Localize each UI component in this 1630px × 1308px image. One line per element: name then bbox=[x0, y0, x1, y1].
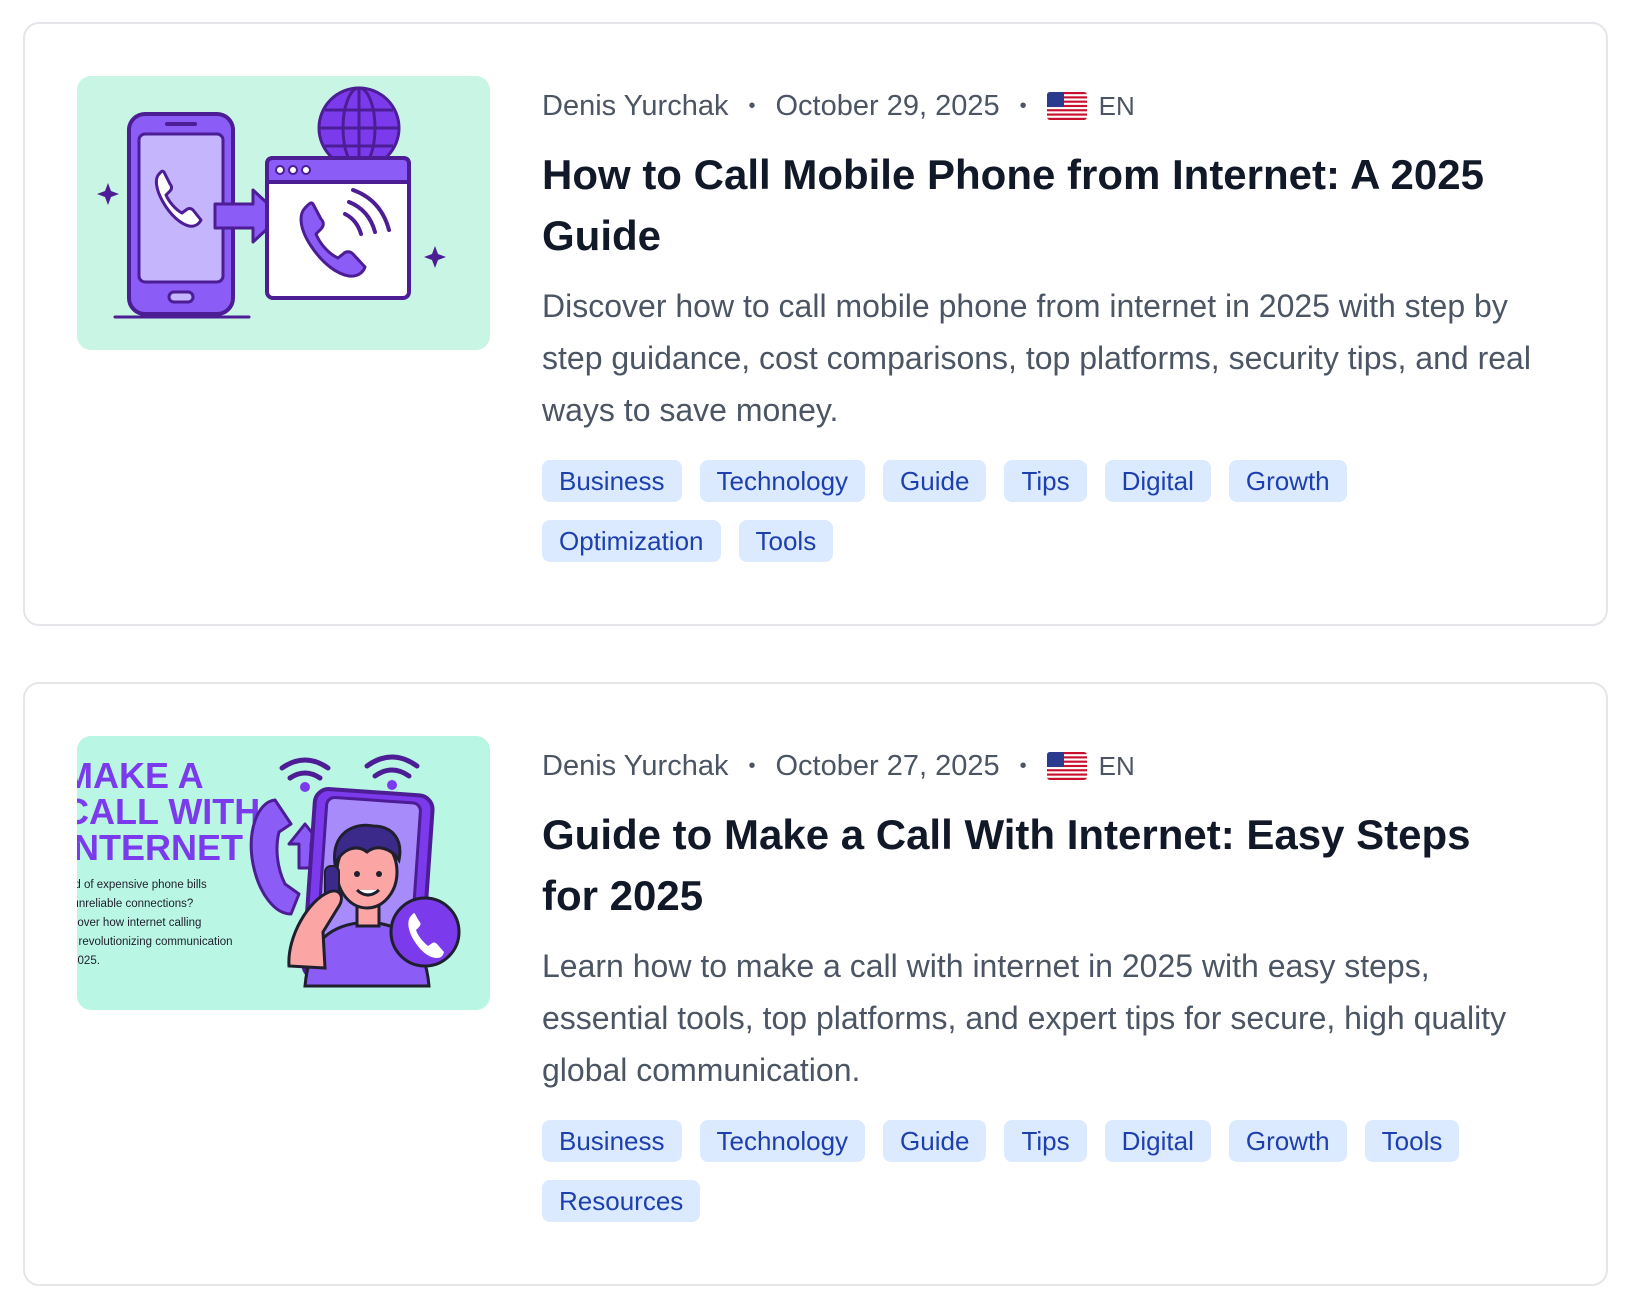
tag-growth[interactable]: Growth bbox=[1228, 460, 1347, 502]
tag-guide[interactable]: Guide bbox=[883, 1120, 987, 1162]
thumbnail-body: or unreliable connections? bbox=[77, 898, 193, 910]
tag-guide[interactable]: Guide bbox=[883, 460, 987, 502]
phone-to-web-call-illustration bbox=[97, 86, 446, 319]
tag-tips[interactable]: Tips bbox=[1004, 460, 1087, 502]
thumbnail-body: in 2025. bbox=[77, 955, 100, 967]
meta-separator: • bbox=[1019, 94, 1027, 117]
thumbnail-headline: MAKE A bbox=[77, 755, 204, 796]
author-name[interactable]: Denis Yurchak bbox=[542, 750, 728, 783]
post-title[interactable]: How to Call Mobile Phone from Internet: … bbox=[542, 144, 1532, 266]
tag-list: Business Technology Guide Tips Digital G… bbox=[542, 1120, 1542, 1240]
thumbnail-body: is revolutionizing communication bbox=[77, 936, 233, 948]
blog-list: Denis Yurchak • October 29, 2025 • EN Ho… bbox=[0, 0, 1630, 1308]
post-content: Denis Yurchak • October 27, 2025 • EN Gu… bbox=[542, 746, 1552, 1240]
tag-growth[interactable]: Growth bbox=[1228, 1120, 1347, 1162]
us-flag-icon bbox=[1046, 92, 1087, 120]
meta-separator: • bbox=[1019, 754, 1027, 777]
tag-technology[interactable]: Technology bbox=[699, 1120, 866, 1162]
person-phone-call-illustration: MAKE A CALL WITH INTERNET Tired of expen… bbox=[77, 754, 461, 988]
post-thumbnail[interactable]: MAKE A CALL WITH INTERNET Tired of expen… bbox=[77, 736, 490, 1010]
thumbnail-body: Tired of expensive phone bills bbox=[77, 879, 207, 891]
author-name[interactable]: Denis Yurchak bbox=[542, 90, 728, 123]
thumbnail-body: Discover how internet calling bbox=[77, 917, 201, 929]
tag-business[interactable]: Business bbox=[542, 460, 682, 502]
post-meta: Denis Yurchak • October 27, 2025 • EN bbox=[542, 746, 1552, 786]
tag-tools[interactable]: Tools bbox=[1364, 1120, 1460, 1162]
tag-list: Business Technology Guide Tips Digital G… bbox=[542, 460, 1542, 580]
us-flag-icon bbox=[1046, 752, 1087, 780]
tag-technology[interactable]: Technology bbox=[699, 460, 866, 502]
meta-separator: • bbox=[748, 754, 756, 777]
tag-business[interactable]: Business bbox=[542, 1120, 682, 1162]
post-content: Denis Yurchak • October 29, 2025 • EN Ho… bbox=[542, 86, 1552, 580]
post-card[interactable]: MAKE A CALL WITH INTERNET Tired of expen… bbox=[23, 682, 1608, 1286]
tag-tips[interactable]: Tips bbox=[1004, 1120, 1087, 1162]
post-card[interactable]: Denis Yurchak • October 29, 2025 • EN Ho… bbox=[23, 22, 1608, 626]
thumbnail-headline: CALL WITH bbox=[77, 791, 260, 832]
post-date: October 27, 2025 bbox=[775, 749, 1000, 782]
tag-tools[interactable]: Tools bbox=[738, 520, 834, 562]
thumbnail-headline: INTERNET bbox=[77, 827, 243, 868]
post-language: EN bbox=[1098, 90, 1135, 121]
post-excerpt: Discover how to call mobile phone from i… bbox=[542, 288, 1531, 428]
meta-separator: • bbox=[748, 94, 756, 117]
post-excerpt: Learn how to make a call with internet i… bbox=[542, 948, 1507, 1088]
post-meta: Denis Yurchak • October 29, 2025 • EN bbox=[542, 86, 1552, 126]
post-title[interactable]: Guide to Make a Call With Internet: Easy… bbox=[542, 804, 1532, 926]
post-language: EN bbox=[1098, 750, 1135, 781]
tag-digital[interactable]: Digital bbox=[1104, 460, 1211, 502]
tag-digital[interactable]: Digital bbox=[1104, 1120, 1211, 1162]
post-thumbnail[interactable] bbox=[77, 76, 490, 350]
tag-resources[interactable]: Resources bbox=[542, 1180, 701, 1222]
tag-optimization[interactable]: Optimization bbox=[542, 520, 721, 562]
post-date: October 29, 2025 bbox=[775, 89, 1000, 122]
